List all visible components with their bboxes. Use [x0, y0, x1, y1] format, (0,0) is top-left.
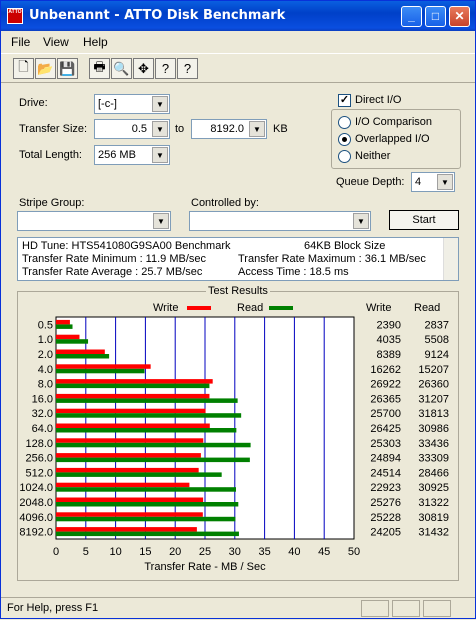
write-value: 24894: [370, 453, 401, 465]
x-tick-label: 10: [109, 546, 121, 558]
read-bar: [56, 428, 237, 433]
category-label: 2.0: [38, 349, 53, 361]
write-value: 2390: [377, 319, 401, 331]
write-bar: [56, 497, 204, 502]
read-value: 31813: [418, 408, 449, 420]
write-bar: [56, 349, 105, 354]
write-bar: [56, 408, 206, 414]
x-tick-label: 30: [229, 546, 241, 558]
x-tick-label: 40: [288, 546, 300, 558]
status-bar: For Help, press F1: [1, 597, 475, 618]
read-bar: [56, 487, 236, 492]
read-value: 31432: [418, 527, 449, 539]
write-bar: [56, 482, 190, 488]
x-axis-label: Transfer Rate - MB / Sec: [144, 561, 266, 573]
write-bar: [56, 467, 199, 473]
read-bar: [56, 324, 73, 329]
category-label: 256.0: [25, 453, 53, 465]
write-bar: [56, 319, 70, 325]
x-tick-label: 25: [199, 546, 211, 558]
write-value: 25276: [370, 497, 401, 509]
write-value: 26425: [370, 423, 401, 435]
read-value: 33309: [418, 453, 449, 465]
category-label: 1024.0: [19, 482, 53, 494]
write-bar: [56, 334, 80, 340]
read-value: 30986: [418, 423, 449, 435]
write-value: 26365: [370, 393, 401, 405]
write-value: 22923: [370, 482, 401, 494]
write-value: 25700: [370, 408, 401, 420]
read-value: 9124: [425, 349, 449, 361]
x-tick-label: 45: [318, 546, 330, 558]
x-tick-label: 50: [348, 546, 360, 558]
category-label: 0.5: [38, 319, 53, 331]
write-value: 24514: [370, 467, 401, 479]
read-value: 31322: [418, 497, 449, 509]
read-bar: [56, 531, 239, 537]
category-label: 1.0: [38, 334, 53, 346]
x-tick-label: 35: [258, 546, 270, 558]
category-label: 64.0: [32, 423, 53, 435]
read-bar: [56, 368, 145, 374]
category-label: 4.0: [38, 364, 53, 376]
read-value: 2837: [425, 319, 449, 331]
status-pane-3: [423, 600, 451, 617]
category-label: 32.0: [32, 408, 53, 420]
read-bar: [56, 457, 250, 463]
write-bar: [56, 527, 197, 532]
write-bar: [56, 364, 151, 369]
read-bar: [56, 383, 210, 389]
write-value: 25228: [370, 512, 401, 524]
read-value: 26360: [418, 379, 449, 391]
write-value: 26922: [370, 379, 401, 391]
read-value: 30819: [418, 512, 449, 524]
read-value: 31207: [418, 393, 449, 405]
write-bar: [56, 512, 203, 517]
read-bar: [56, 516, 236, 522]
status-pane-2: [392, 600, 420, 617]
category-label: 128.0: [25, 438, 53, 450]
category-label: 4096.0: [19, 512, 53, 524]
status-text: For Help, press F1: [7, 602, 99, 614]
category-label: 8192.0: [19, 527, 53, 539]
write-value: 16262: [370, 364, 401, 376]
read-value: 5508: [425, 334, 449, 346]
write-value: 25303: [370, 438, 401, 450]
read-bar: [56, 339, 89, 344]
read-value: 33436: [418, 438, 449, 450]
read-bar: [56, 442, 251, 448]
write-bar: [56, 438, 204, 443]
write-value: 4035: [377, 334, 401, 346]
category-label: 512.0: [25, 467, 53, 479]
write-bar: [56, 379, 213, 384]
transfer-rate-chart: 0 5 10 15 20 25 30 35 40 45 50 Transfer Rate - MB /…: [19, 316, 449, 573]
category-label: 16.0: [32, 393, 53, 405]
read-bar: [56, 354, 110, 359]
x-tick-label: 20: [169, 546, 181, 558]
category-label: 8.0: [38, 379, 53, 391]
read-bar: [56, 413, 242, 418]
read-value: 15207: [418, 364, 449, 376]
write-value: 24205: [370, 527, 401, 539]
category-label: 2048.0: [19, 497, 53, 509]
write-value: 8389: [377, 349, 401, 361]
read-value: 30925: [418, 482, 449, 494]
x-tick-label: 5: [83, 546, 89, 558]
read-bar: [56, 502, 239, 507]
read-value: 28466: [418, 467, 449, 479]
read-bar: [56, 398, 238, 403]
write-bar: [56, 453, 201, 458]
write-bar: [56, 423, 210, 428]
x-tick-label: 0: [53, 546, 59, 558]
x-tick-label: 15: [139, 546, 151, 558]
status-pane-1: [361, 600, 389, 617]
write-bar: [56, 393, 210, 399]
app-window: ATTO Unbenannt - ATTO Disk Benchmark _ □…: [0, 0, 476, 619]
read-bar: [56, 472, 222, 477]
